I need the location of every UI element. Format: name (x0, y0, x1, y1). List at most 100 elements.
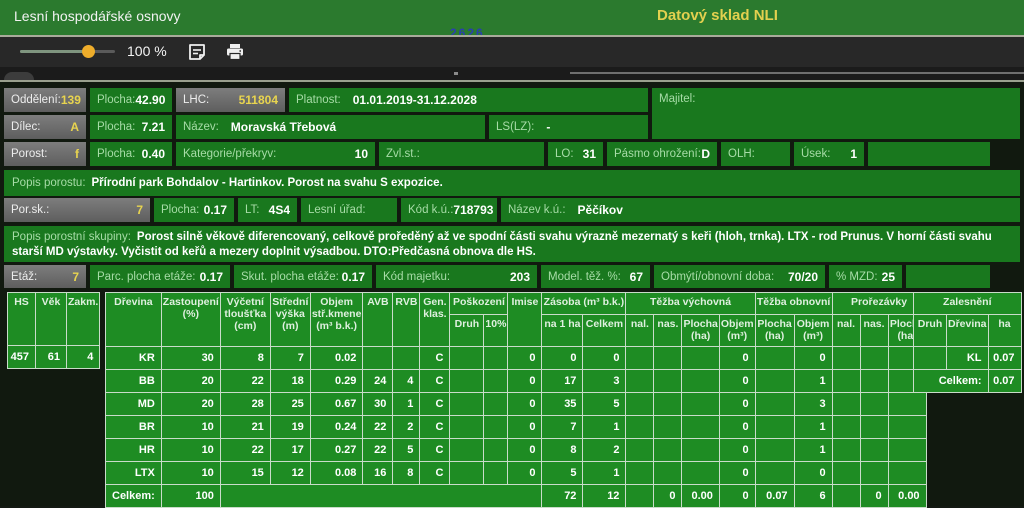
col-header-pr-nas: nas. (860, 315, 888, 347)
field-label: Plocha: (97, 148, 135, 160)
cell-pr_nal (832, 462, 860, 485)
species-data-table: Dřevina Zastoupení (%) Výčetní tloušťka … (105, 292, 927, 508)
field-parc-plocha: Parc. plocha etáže: 0.17 (90, 265, 230, 288)
cell-poskozeni_druh (450, 439, 484, 462)
cell-to_plocha_ha (755, 416, 794, 439)
total-tv-plocha: 0.00 (682, 485, 719, 508)
field-lesni-urad: Lesní úřad: (301, 198, 397, 222)
cell-to_plocha_ha (755, 462, 794, 485)
zoom-slider-handle[interactable] (82, 45, 95, 58)
cell-avb: 30 (363, 393, 393, 416)
cell-drevina: LTX (106, 462, 162, 485)
field-label: Úsek: (801, 148, 830, 160)
cell-tv_plocha_ha (682, 462, 719, 485)
cell-imise: 0 (508, 393, 542, 416)
cell-tv_objem_m3: 0 (719, 370, 755, 393)
field-label: Pásmo ohrožení: (614, 148, 701, 160)
page-title: Datový sklad NLI (657, 7, 778, 24)
field-nazev: Název: Moravská Třebová (176, 115, 485, 139)
field-label: Model. těž. %: (548, 271, 621, 283)
col-header-to-objem: Objem (m³) (794, 315, 832, 347)
cell-imise: 0 (508, 370, 542, 393)
cell-to_objem_m3: 0 (794, 462, 832, 485)
horizontal-scrollbar (0, 67, 1024, 82)
cell-pr_nas (860, 347, 888, 370)
field-plocha-porsk: Plocha: 0.17 (154, 198, 234, 222)
cell-zasoba_celkem: 3 (583, 370, 626, 393)
notes-button[interactable] (184, 41, 210, 63)
field-label: Popis porostu: (12, 177, 86, 189)
field-obmyti: Obmýtí/obnovní doba: 70/20 (654, 265, 825, 288)
zakm-header: Zakm. (67, 293, 100, 346)
zoom-slider[interactable] (20, 50, 115, 53)
cell-drevina: BB (106, 370, 162, 393)
total-pr-nas: 0 (860, 485, 888, 508)
cell-zasoba_na_1ha: 0 (542, 347, 583, 370)
cell-tv_plocha_ha (682, 439, 719, 462)
total-tv-nal (626, 485, 654, 508)
cell-stredni_vyska_m: 12 (270, 462, 310, 485)
field-value: 70/20 (788, 270, 818, 284)
cell-tv_nal (626, 370, 654, 393)
total-celkem: 12 (583, 485, 626, 508)
cell-tv_nas (654, 370, 682, 393)
total-tv-objem: 0 (719, 485, 755, 508)
zoom-slider-fill (20, 50, 88, 53)
cell-vycetni_tloustka_cm: 8 (220, 347, 270, 370)
cell-objem_str_kmene: 0.67 (310, 393, 363, 416)
field-lt: LT: 4S4 (238, 198, 297, 222)
col-header-gen-klas: Gen. klas. (420, 293, 450, 347)
field-label: Lesní úřad: (308, 204, 366, 216)
col-header-rvb: RVB (393, 293, 420, 347)
cell-rvb: 1 (393, 393, 420, 416)
cell-poskozeni_10pct (484, 370, 508, 393)
field-label: Obmýtí/obnovní doba: (661, 271, 774, 283)
cell-to_plocha_ha (755, 347, 794, 370)
field-kod-ku: Kód k.ú.: 718793 (401, 198, 497, 222)
scrollbar-thumb[interactable] (570, 72, 1024, 74)
field-label: Oddělení: (11, 94, 61, 106)
field-label: LS(LZ): (496, 121, 534, 133)
col-header-pr-nal: nal. (832, 315, 860, 347)
col-header-avb: AVB (363, 293, 393, 347)
cell-objem_str_kmene: 0.24 (310, 416, 363, 439)
field-value: 1 (850, 147, 857, 161)
cell-poskozeni_10pct (484, 347, 508, 370)
cell-tv_plocha_ha (682, 393, 719, 416)
field-popis-porostu: Popis porostu:Přírodní park Bohdalov - H… (4, 170, 1020, 196)
col-header-tv-nas: nas. (654, 315, 682, 347)
col-header-na1ha: na 1 ha (542, 315, 583, 347)
hs-summary-row: 457 61 4 (8, 346, 100, 369)
field-model-tez: Model. těž. %: 67 (541, 265, 650, 288)
cell-to_objem_m3: 1 (794, 370, 832, 393)
field-value: 7 (136, 203, 143, 217)
species-row: KR30870.02C00000 (106, 347, 927, 370)
cell-drevina: KR (106, 347, 162, 370)
artifact-text: 2626 (450, 26, 485, 37)
cell-avb: 22 (363, 416, 393, 439)
app-header-bar: Lesní hospodářské osnovy Datový sklad NL… (0, 0, 1024, 37)
col-header-druh: Druh (450, 315, 484, 347)
cell-pr_nas (860, 393, 888, 416)
field-value: 139 (61, 93, 81, 107)
field-porsk: Por.sk.: 7 (4, 198, 150, 222)
field-label: Parc. plocha etáže: (97, 271, 195, 283)
group-header-tezba-obnovni: Těžba obnovní (755, 293, 832, 315)
field-label: % MZD: (836, 271, 878, 283)
field-nazev-ku: Název k.ú.: Pěčíkov (501, 198, 1020, 222)
cell-tv_nas (654, 439, 682, 462)
cell-tv_plocha_ha (682, 347, 719, 370)
print-button[interactable] (222, 41, 248, 63)
field-porost: Porost: f (4, 142, 86, 166)
cell-poskozeni_druh (450, 416, 484, 439)
field-value: 0.17 (204, 203, 227, 217)
species-row: BR1021190.24222C07101 (106, 416, 927, 439)
field-label: LO: (555, 148, 574, 160)
total-label: Celkem: (106, 485, 162, 508)
cell-to_plocha_ha (755, 393, 794, 416)
field-value: 10 (355, 147, 368, 161)
cell-tv_objem_m3: 0 (719, 416, 755, 439)
cell-pr_nal (832, 416, 860, 439)
cell-pr_plocha_ha (888, 462, 926, 485)
total-pr-plocha: 0.00 (888, 485, 926, 508)
